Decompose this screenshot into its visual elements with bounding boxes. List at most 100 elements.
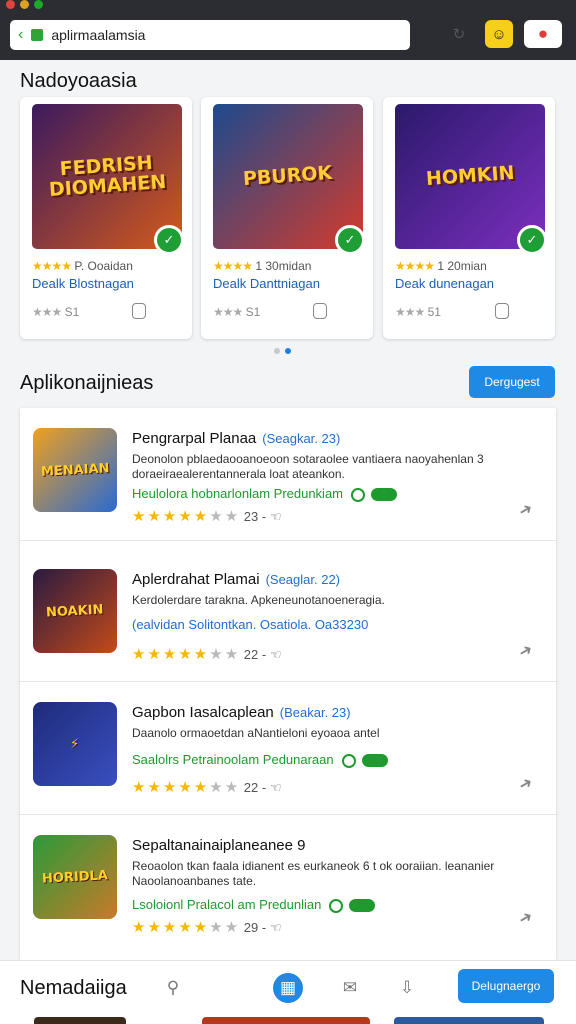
install-badge-icon[interactable]: ✓ (517, 225, 547, 255)
featured-card-rating: ★★★★ 1 20mian (395, 259, 487, 273)
app-publisher: (ealvidan Solitontkan. Osatiola. Oa33230 (132, 617, 369, 632)
rating-value: P. Ooaidan (74, 259, 133, 273)
app-publisher-line: Lsoloionl Pralacol am Predunlian (132, 897, 376, 913)
rating-value: 1 20mian (437, 259, 487, 273)
open-arrow-icon[interactable]: ➜ (514, 906, 536, 930)
profile-button[interactable]: ☺ (485, 20, 513, 48)
app-icon-label: HORIDLA (41, 867, 109, 887)
featured-card[interactable]: HOMKIN ✓ ★★★★ 1 20mian Deak dunenagan ★★… (383, 97, 555, 339)
featured-card-footer: ★★★ 51 (395, 305, 441, 319)
list-item[interactable]: ⚡ Gapbon Iasalcaplean (Beakar. 23) Daanol… (20, 682, 556, 815)
open-arrow-icon[interactable]: ➜ (514, 772, 536, 796)
url-bar[interactable]: ‹ aplirmaalamsia (10, 20, 410, 50)
rating-stars-icon: ★★★★★ (132, 646, 210, 663)
featured-art-title: FEDRISH DIOMAHEN (48, 151, 167, 201)
app-rating: ★★★★★★★ 22 - ☜ (132, 778, 281, 796)
app-title[interactable]: Aplerdrahat Plamai (132, 571, 260, 588)
app-icon-label: NOAKIN (45, 602, 105, 620)
featured-card-developer[interactable]: Deak dunenagan (395, 276, 494, 291)
install-badge-icon[interactable]: ✓ (335, 225, 365, 255)
app-title[interactable]: Gapbon Iasalcaplean (132, 704, 274, 721)
app-description: Kerdolerdare tarakna. Apkeneunotanoenera… (132, 593, 385, 607)
rating-stars-icon: ★★★ (32, 305, 62, 319)
preview-thumb (202, 1017, 370, 1024)
app-publisher: Lsoloionl Pralacol am Predunlian (132, 897, 322, 912)
app-description: Reoaolon tkan faala idianent es eurkaneo… (132, 859, 495, 888)
app-rating: ★★★★★★★ 23 - ☜ (132, 507, 281, 525)
app-publisher-line: Heulolora hobnarlonlam Predunkiam (132, 486, 398, 502)
search-icon[interactable]: ⚲ (158, 973, 188, 1003)
info-icon[interactable] (313, 303, 327, 319)
list-item[interactable]: MENAIAN Pengrarpal Planaa (Seagkar. 23) D… (20, 408, 556, 541)
rating-count: 22 - (243, 780, 267, 795)
verified-icon (341, 753, 356, 768)
download-icon[interactable]: ⇩ (392, 973, 422, 1003)
list-item[interactable]: NOAKIN Aplerdrahat Plamai (Seaglar. 22) K… (20, 549, 556, 682)
rating-stars-empty-icon: ★★ (209, 508, 241, 525)
app-description: Daanolo ormaoetdan aNantieloni eyoaoa an… (132, 726, 380, 740)
app-publisher: Heulolora hobnarlonlam Predunkiam (132, 486, 344, 501)
info-icon[interactable] (132, 303, 146, 319)
refresh-icon[interactable]: ↻ (446, 20, 472, 48)
featured-card[interactable]: PBUROK ✓ ★★★★ 1 30midan Dealk Danttniaga… (201, 97, 373, 339)
app-icon: NOAKIN (33, 569, 117, 653)
featured-card-developer[interactable]: Dealk Blostnagan (32, 276, 134, 291)
featured-card[interactable]: FEDRISH DIOMAHEN ✓ ★★★★ P. Ooaidan Dealk… (20, 97, 192, 339)
preview-thumb (394, 1017, 544, 1024)
verified-icon (329, 898, 344, 913)
url-text: aplirmaalamsia (51, 27, 146, 43)
chat-icon[interactable]: ✉ (335, 973, 365, 1003)
install-badge-icon[interactable]: ✓ (154, 225, 184, 255)
applications-list: MENAIAN Pengrarpal Planaa (Seagkar. 23) D… (20, 408, 556, 960)
footer-value: S1 (245, 305, 261, 319)
verified-icon (351, 487, 366, 502)
footer-value: 51 (427, 305, 441, 319)
rating-stars-icon: ★★★ (213, 305, 243, 319)
pager-dot[interactable] (274, 348, 280, 354)
carousel-pager[interactable] (274, 348, 291, 354)
rating-count: 22 - (243, 647, 267, 662)
badge-pill-icon (349, 899, 376, 913)
preview-thumb (34, 1017, 126, 1024)
app-title-line: Sepaltanainaiplaneanee 9 (132, 837, 306, 854)
thumb-icon: ☜ (269, 920, 282, 935)
rating-stars-icon: ★★★★★ (132, 779, 210, 796)
bottom-action-button[interactable]: Delugnaergo (458, 969, 554, 1003)
app-title[interactable]: Sepaltanainaiplaneanee 9 (132, 837, 306, 854)
app-icon: HORIDLA (33, 835, 117, 919)
list-item[interactable]: HORIDLA Sepaltanainaiplaneanee 9 Reoaolo… (20, 815, 556, 948)
featured-carousel: FEDRISH DIOMAHEN ✓ ★★★★ P. Ooaidan Dealk… (20, 97, 576, 339)
rating-stars-icon: ★★★ (395, 305, 425, 319)
rating-stars-empty-icon: ★★ (209, 919, 241, 936)
extension-icon: ● (537, 24, 549, 43)
featured-card-rating: ★★★★ P. Ooaidan (32, 259, 133, 273)
close-window-button[interactable] (6, 0, 15, 9)
info-icon[interactable] (495, 303, 509, 319)
open-arrow-icon[interactable]: ➜ (514, 498, 536, 522)
open-arrow-icon[interactable]: ➜ (514, 639, 536, 663)
back-arrow-icon[interactable]: ‹ (18, 26, 23, 44)
app-icon-label: MENAIAN (40, 460, 110, 480)
featured-card-developer[interactable]: Dealk Danttniagan (213, 276, 320, 291)
extension-button[interactable]: ● (524, 20, 562, 48)
thumb-icon: ☜ (269, 509, 282, 524)
secure-lock-icon (31, 29, 44, 41)
badge-pill-icon (361, 754, 388, 768)
see-all-button[interactable]: Dergugest (469, 366, 555, 398)
featured-art-title: HOMKIN (424, 161, 515, 190)
app-version: (Beakar. 23) (279, 705, 351, 720)
applications-section-title: Aplikonaijnieas (20, 372, 154, 394)
thumb-icon: ☜ (269, 647, 282, 662)
rating-stars-empty-icon: ★★ (209, 646, 241, 663)
bottom-bar: Nemadaiiga ⚲ ▦ ✉ ⇩ Delugnaergo (0, 960, 576, 1024)
app-title-line: Aplerdrahat Plamai (Seaglar. 22) (132, 571, 340, 588)
app-title[interactable]: Pengrarpal Planaa (132, 430, 256, 447)
minimize-window-button[interactable] (20, 0, 29, 9)
pager-dot-active[interactable] (285, 348, 291, 354)
maximize-window-button[interactable] (34, 0, 43, 9)
app-version: (Seaglar. 22) (265, 572, 341, 587)
rating-stars-icon: ★★★★ (32, 259, 72, 273)
store-icon[interactable]: ▦ (273, 973, 303, 1003)
app-publisher: Saalolrs Petrainoolam Pedunaraan (132, 752, 334, 767)
app-rating: ★★★★★★★ 29 - ☜ (132, 918, 281, 936)
